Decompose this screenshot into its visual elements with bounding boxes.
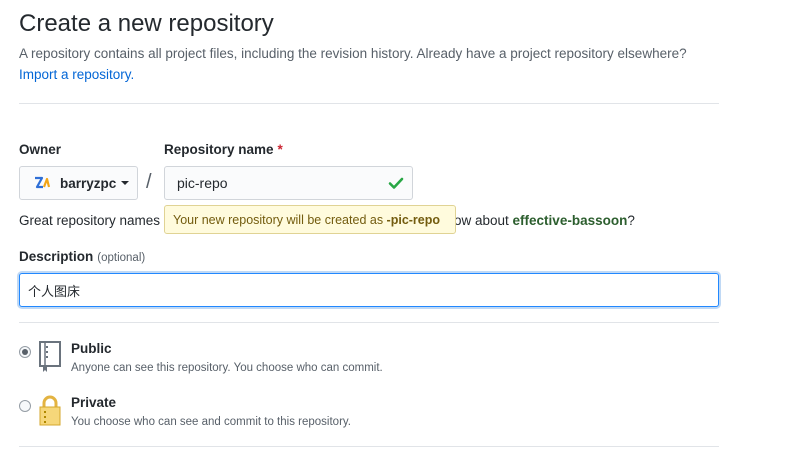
chevron-down-icon [121, 181, 130, 185]
divider-top [19, 103, 719, 104]
hint-suffix-start: ow about [454, 213, 513, 228]
import-repository-link[interactable]: Import a repository. [19, 67, 134, 82]
repo-name-tooltip: Your new repository will be created as -… [164, 205, 456, 234]
private-title: Private [71, 395, 117, 410]
description-label: Description (optional) [19, 249, 145, 264]
tooltip-repo-name: -pic-repo [386, 213, 441, 227]
public-title: Public [71, 341, 112, 356]
description-label-text: Description [19, 249, 94, 264]
divider-middle [19, 322, 719, 323]
suggested-name-link[interactable]: effective-bassoon [513, 213, 628, 228]
tooltip-text: Your new repository will be created as [173, 213, 387, 227]
repo-name-label: Repository name * [164, 142, 283, 157]
repo-name-input[interactable] [165, 167, 387, 199]
divider-bottom [19, 446, 719, 447]
avatar [34, 175, 50, 191]
check-icon [388, 177, 404, 189]
description-input[interactable] [19, 273, 719, 307]
avatar-logo-icon [35, 176, 50, 189]
owner-repo-separator: / [146, 171, 152, 193]
repo-name-label-text: Repository name [164, 142, 274, 157]
private-radio[interactable] [19, 400, 31, 412]
lock-icon [39, 395, 61, 426]
public-radio[interactable] [19, 346, 31, 358]
owner-dropdown-button[interactable]: barryzpc [19, 166, 138, 200]
hint-prefix: Great repository names [19, 213, 161, 228]
hint-suffix-end: ? [627, 213, 635, 228]
owner-label: Owner [19, 142, 62, 157]
owner-name: barryzpc [60, 175, 117, 191]
required-mark: * [277, 142, 283, 157]
repo-name-field-wrapper [164, 166, 413, 200]
public-description: Anyone can see this repository. You choo… [71, 362, 383, 374]
page-subtitle: A repository contains all project files,… [19, 46, 687, 61]
hint-suffix: ow about effective-bassoon? [454, 213, 635, 228]
optional-hint: (optional) [97, 252, 146, 264]
repo-book-icon [39, 341, 61, 372]
page-title: Create a new repository [19, 10, 274, 37]
private-description: You choose who can see and commit to thi… [71, 416, 351, 428]
